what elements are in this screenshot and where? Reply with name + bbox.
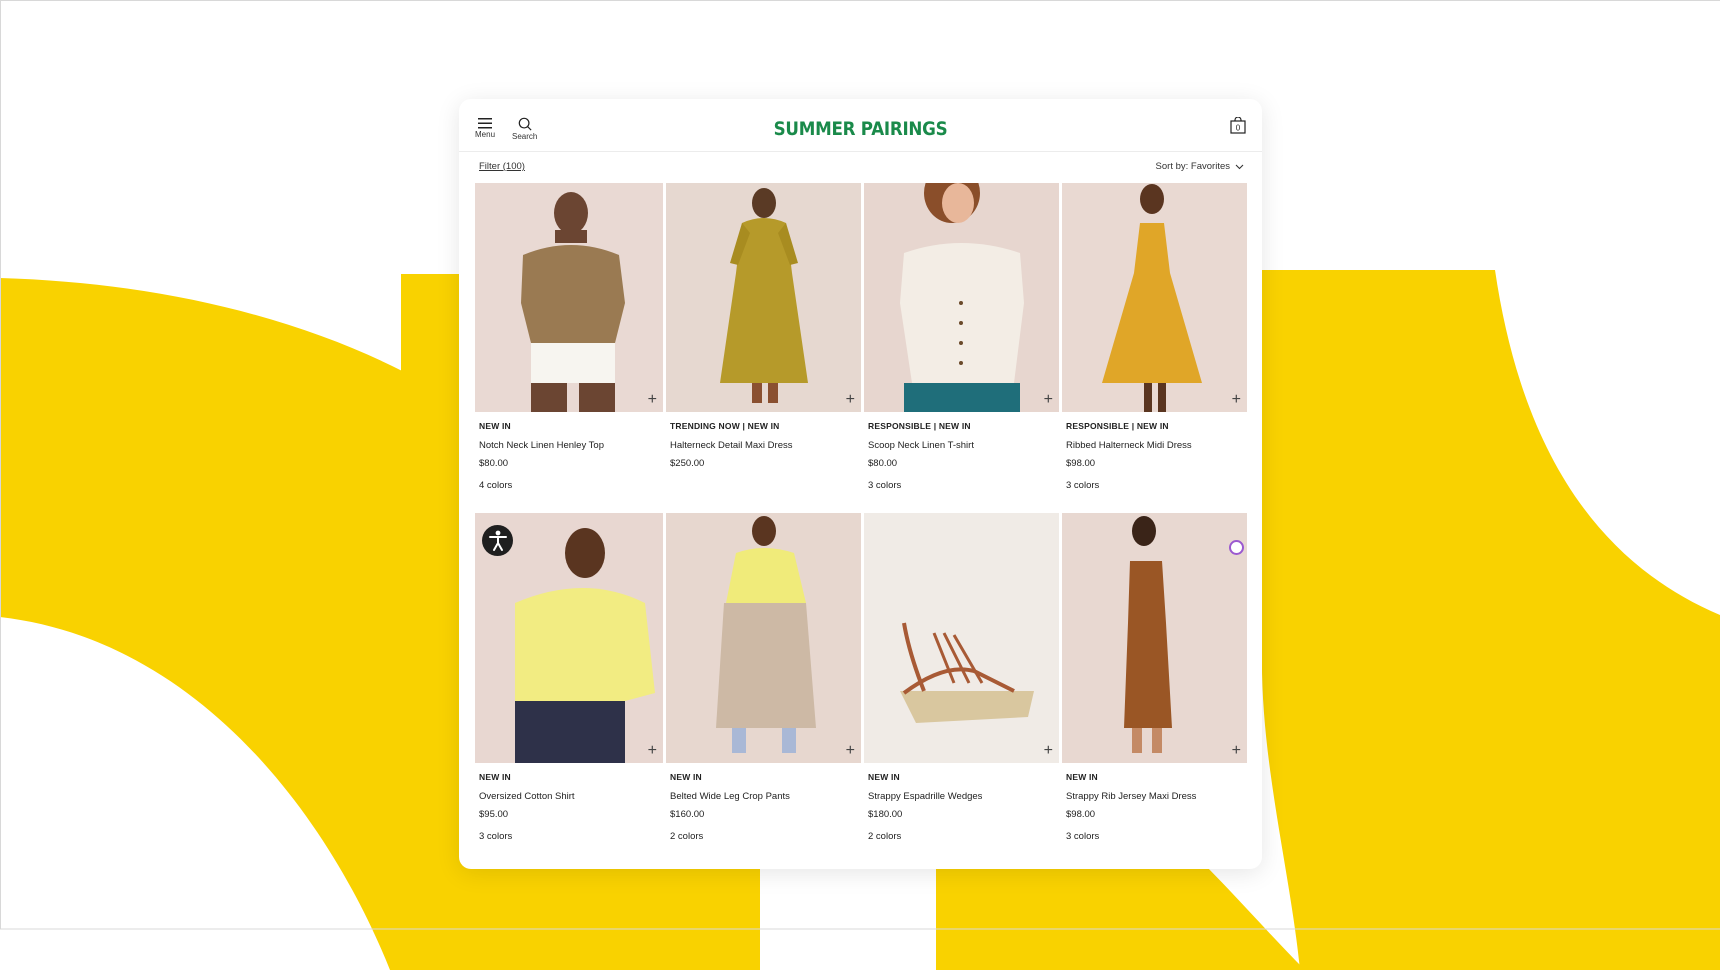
- product-colors: 2 colors: [868, 831, 902, 842]
- bag-count: 0: [1236, 124, 1241, 133]
- plus-icon[interactable]: +: [648, 743, 657, 759]
- product-name[interactable]: Strappy Espadrille Wedges: [868, 791, 982, 802]
- product-tag: RESPONSIBLE | NEW IN: [1066, 421, 1169, 431]
- product-name[interactable]: Ribbed Halterneck Midi Dress: [1066, 440, 1192, 451]
- product-price: $160.00: [670, 809, 705, 820]
- accessibility-button[interactable]: [482, 525, 513, 556]
- product-tag: NEW IN: [479, 772, 511, 782]
- product-tag: TRENDING NOW | NEW IN: [670, 421, 780, 431]
- plus-icon[interactable]: +: [1232, 743, 1241, 759]
- hamburger-icon: [478, 118, 492, 129]
- shopping-bag-button[interactable]: 0: [1230, 116, 1246, 139]
- product-colors: 4 colors: [479, 480, 513, 491]
- site-header: Menu Search SUMMER PAIRINGS 0: [459, 99, 1262, 152]
- product-price: $98.00: [1066, 458, 1096, 469]
- product-image[interactable]: +: [1062, 513, 1247, 763]
- product-name[interactable]: Scoop Neck Linen T-shirt: [868, 440, 974, 451]
- page-title: SUMMER PAIRINGS: [773, 118, 948, 140]
- product-price: $95.00: [479, 809, 509, 820]
- filter-button[interactable]: Filter (100): [479, 161, 525, 172]
- product-tag: RESPONSIBLE | NEW IN: [868, 421, 971, 431]
- product-tag: NEW IN: [1066, 772, 1098, 782]
- menu-label: Menu: [475, 130, 496, 139]
- product-price: $80.00: [868, 458, 898, 469]
- product-image[interactable]: +: [864, 183, 1059, 412]
- product-image[interactable]: +: [666, 513, 861, 763]
- plus-icon[interactable]: +: [1044, 743, 1053, 759]
- product-price: $180.00: [868, 809, 903, 820]
- product-price: $98.00: [1066, 809, 1096, 820]
- plus-icon[interactable]: +: [1044, 392, 1053, 408]
- shopping-bag-icon: 0: [1230, 116, 1246, 134]
- product-listing-card: Menu Search SUMMER PAIRINGS 0 Filter (10…: [459, 99, 1262, 869]
- listing-toolbar: Filter (100) Sort by: Favorites: [459, 159, 1262, 179]
- product-tag: NEW IN: [868, 772, 900, 782]
- product-colors: 3 colors: [868, 480, 902, 491]
- sort-label: Sort by: Favorites: [1155, 161, 1230, 172]
- product-colors: 3 colors: [1066, 480, 1100, 491]
- product-colors: 3 colors: [479, 831, 513, 842]
- product-image[interactable]: +: [475, 183, 663, 412]
- product-colors: 3 colors: [1066, 831, 1100, 842]
- product-price: $80.00: [479, 458, 509, 469]
- product-name[interactable]: Halterneck Detail Maxi Dress: [670, 440, 792, 451]
- plus-icon[interactable]: +: [1232, 392, 1241, 408]
- product-image[interactable]: +: [666, 183, 861, 412]
- product-name[interactable]: Belted Wide Leg Crop Pants: [670, 791, 790, 802]
- product-name[interactable]: Strappy Rib Jersey Maxi Dress: [1066, 791, 1196, 802]
- plus-icon[interactable]: +: [648, 392, 657, 408]
- plus-icon[interactable]: +: [846, 392, 855, 408]
- product-name[interactable]: Notch Neck Linen Henley Top: [479, 440, 604, 451]
- product-image[interactable]: +: [1062, 183, 1247, 412]
- product-image[interactable]: +: [864, 513, 1059, 763]
- product-tag: NEW IN: [670, 772, 702, 782]
- product-price: $250.00: [670, 458, 705, 469]
- plus-icon[interactable]: +: [846, 743, 855, 759]
- product-colors: 2 colors: [670, 831, 704, 842]
- chat-icon[interactable]: [1229, 540, 1244, 555]
- product-tag: NEW IN: [479, 421, 511, 431]
- chevron-down-icon: [1235, 164, 1244, 169]
- accessibility-icon: [488, 530, 507, 551]
- product-name[interactable]: Oversized Cotton Shirt: [479, 791, 575, 802]
- menu-button[interactable]: Menu: [475, 117, 495, 139]
- sort-dropdown[interactable]: Sort by: Favorites: [1156, 161, 1244, 172]
